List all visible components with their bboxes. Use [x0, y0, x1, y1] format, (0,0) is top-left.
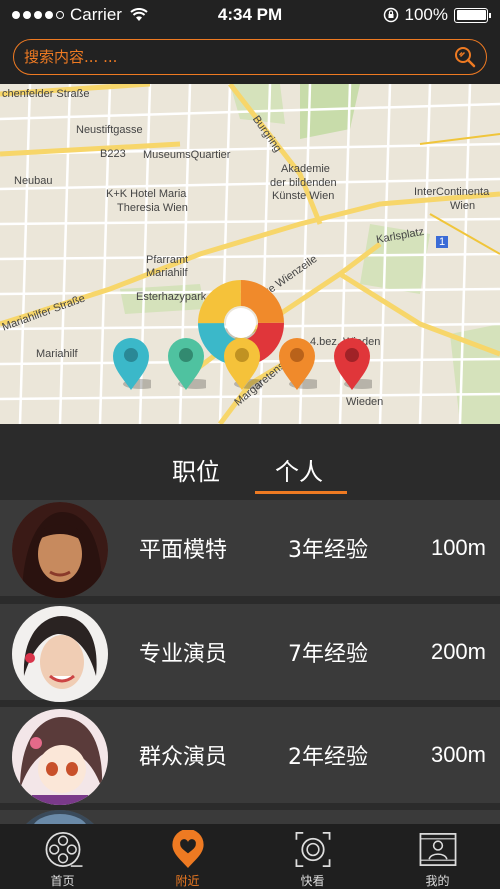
- map-label: InterContinenta: [414, 186, 490, 198]
- map-pin-icon[interactable]: [222, 336, 262, 392]
- nav-quick-view-label: 快看: [300, 874, 325, 888]
- map-pin-icon[interactable]: [166, 336, 206, 392]
- map-label: Akademie: [281, 163, 330, 175]
- experience-label: 3年经验: [288, 538, 368, 563]
- list-item[interactable]: 平面模特 3年经验 100m: [0, 500, 500, 598]
- nav-nearby[interactable]: 附近: [125, 824, 250, 889]
- map-label: Wien: [450, 200, 476, 212]
- distance-label: 200m: [430, 639, 486, 664]
- map-view[interactable]: chenfelder Straße Neustiftgasse B223 Mus…: [0, 84, 500, 424]
- map-label: K+K Hotel Maria: [106, 188, 187, 200]
- map-label: Mariahilf: [36, 348, 78, 360]
- map-label: Künste Wien: [272, 190, 335, 202]
- map-pin-icon[interactable]: [332, 336, 372, 392]
- battery-percentage: 100%: [404, 5, 448, 24]
- map-label: Neustiftgasse: [76, 124, 143, 136]
- search-box[interactable]: [13, 39, 487, 75]
- active-tab-indicator: [255, 491, 347, 494]
- map-label: Pfarramt: [146, 254, 189, 266]
- map-pin-icon[interactable]: [277, 336, 317, 392]
- map-label: der bildenden: [270, 177, 337, 189]
- search-input[interactable]: [24, 48, 454, 66]
- distance-label: 100m: [430, 535, 486, 560]
- tab-bar: 职位 个人: [0, 424, 500, 500]
- tab-job[interactable]: 职位: [172, 452, 220, 487]
- role-label: 专业演员: [139, 642, 228, 667]
- rotation-lock-icon: [383, 7, 398, 23]
- experience-label: 2年经验: [288, 745, 368, 770]
- nav-nearby-label: 附近: [175, 874, 200, 888]
- profile-film-icon: [419, 833, 456, 866]
- search-bar: [0, 30, 500, 84]
- list-item[interactable]: 专业演员 7年经验 200m: [0, 604, 500, 702]
- map-label: Esterhazypark: [136, 291, 207, 303]
- avatar: [12, 606, 108, 702]
- avatar: [12, 810, 108, 824]
- film-reel-icon: [45, 832, 82, 867]
- location-heart-icon: [171, 830, 204, 869]
- role-label: 群众演员: [139, 745, 228, 770]
- map-label: Neubau: [14, 175, 53, 187]
- nav-mine[interactable]: 我的: [375, 824, 500, 889]
- experience-label: 7年经验: [288, 642, 368, 667]
- search-icon[interactable]: [454, 46, 476, 68]
- map-pin-icon[interactable]: [111, 336, 151, 392]
- list-item[interactable]: [0, 810, 500, 824]
- people-list: 平面模特 3年经验 100m 专业演员 7年经验 200m 群众演员 2年经验 …: [0, 500, 500, 824]
- avatar: [12, 709, 108, 805]
- list-item[interactable]: 群众演员 2年经验 300m: [0, 707, 500, 805]
- nav-home[interactable]: 首页: [0, 824, 125, 889]
- role-label: 平面模特: [139, 538, 228, 563]
- camera-lens-icon: [295, 832, 330, 867]
- avatar: [12, 502, 108, 598]
- wifi-icon: [130, 8, 148, 21]
- bottom-navigation: 首页 附近 快看 我的: [0, 824, 500, 889]
- map-label: B223: [100, 148, 126, 160]
- status-bar: Carrier 4:34 PM 100%: [0, 0, 500, 30]
- tab-person[interactable]: 个人: [275, 452, 323, 487]
- map-label: chenfelder Straße: [2, 88, 90, 100]
- map-label: MuseumsQuartier: [143, 149, 231, 161]
- battery-icon: [454, 7, 491, 23]
- signal-strength-icon: [12, 11, 64, 19]
- distance-label: 300m: [430, 742, 486, 767]
- map-label: Mariahilf: [146, 267, 188, 279]
- nav-mine-label: 我的: [425, 874, 450, 888]
- nav-quick-view[interactable]: 快看: [250, 824, 375, 889]
- map-label: 1: [436, 236, 449, 248]
- nav-home-label: 首页: [50, 874, 75, 888]
- map-label: Theresia Wien: [117, 202, 188, 214]
- map-label: Wieden: [346, 396, 384, 408]
- carrier-name: Carrier: [70, 5, 122, 24]
